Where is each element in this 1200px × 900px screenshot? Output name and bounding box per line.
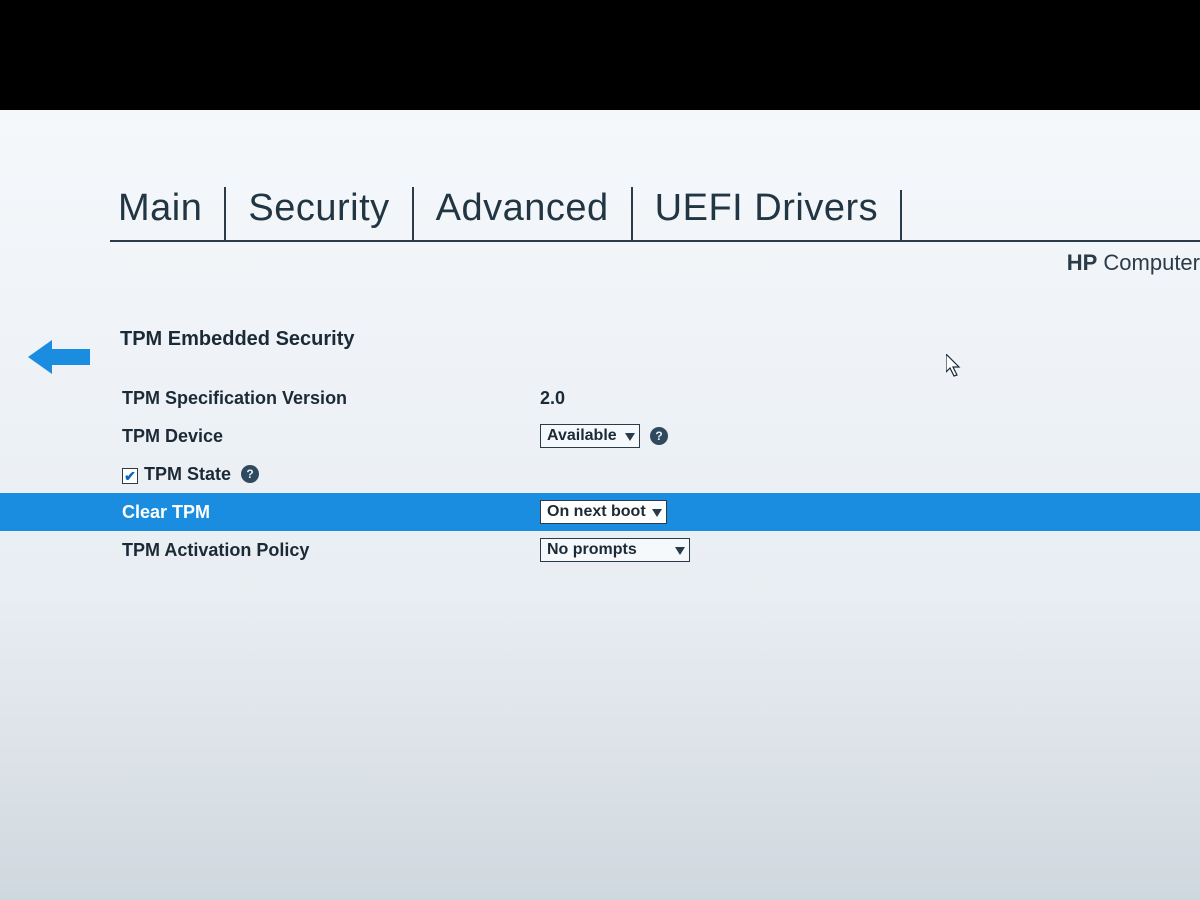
dropdown-clear-tpm-value: On next boot <box>547 503 646 520</box>
back-button[interactable] <box>28 340 90 379</box>
label-tpm-activation-policy: TPM Activation Policy <box>120 540 540 561</box>
brand-rest: Computer <box>1097 250 1200 275</box>
dropdown-tpm-activation-policy-value: No prompts <box>547 541 637 558</box>
help-icon-tpm-device[interactable]: ? <box>650 427 668 445</box>
dropdown-clear-tpm[interactable]: On next boot <box>540 500 667 524</box>
brand-label: HP Computer <box>1067 250 1200 276</box>
row-tpm-spec-version: TPM Specification Version 2.0 <box>120 379 1200 417</box>
row-tpm-state: ✔ TPM State ? <box>120 455 1200 493</box>
content-panel: TPM Embedded Security TPM Specification … <box>120 328 1200 569</box>
tab-uefi-drivers[interactable]: UEFI Drivers <box>631 187 900 240</box>
chevron-down-icon <box>652 504 662 522</box>
label-tpm-state-wrap: ✔ TPM State ? <box>120 464 540 485</box>
tab-separator <box>900 190 902 240</box>
value-tpm-spec-version: 2.0 <box>540 388 565 409</box>
row-tpm-activation-policy: TPM Activation Policy No prompts <box>120 531 1200 569</box>
page-title: TPM Embedded Security <box>120 328 1200 351</box>
label-tpm-state: TPM State <box>144 464 231 485</box>
tab-security[interactable]: Security <box>224 187 411 240</box>
top-tabs: Main Security Advanced UEFI Drivers <box>110 172 1200 242</box>
label-tpm-device: TPM Device <box>120 426 540 447</box>
dropdown-tpm-device[interactable]: Available <box>540 424 640 448</box>
arrow-left-icon <box>28 340 90 374</box>
dropdown-tpm-device-value: Available <box>547 427 617 444</box>
row-clear-tpm[interactable]: Clear TPM On next boot <box>0 493 1200 531</box>
label-clear-tpm: Clear TPM <box>120 502 540 523</box>
brand-prefix: HP <box>1067 250 1098 275</box>
chevron-down-icon <box>675 542 685 560</box>
checkbox-tpm-state[interactable]: ✔ <box>122 468 138 484</box>
row-tpm-device: TPM Device Available ? <box>120 417 1200 455</box>
dropdown-tpm-activation-policy[interactable]: No prompts <box>540 538 690 562</box>
help-icon-tpm-state[interactable]: ? <box>241 465 259 483</box>
bios-screen: Main Security Advanced UEFI Drivers HP C… <box>0 110 1200 900</box>
chevron-down-icon <box>625 428 635 446</box>
check-icon: ✔ <box>124 469 136 483</box>
label-tpm-spec-version: TPM Specification Version <box>120 388 540 409</box>
tab-main[interactable]: Main <box>110 187 224 240</box>
tab-advanced[interactable]: Advanced <box>412 187 631 240</box>
